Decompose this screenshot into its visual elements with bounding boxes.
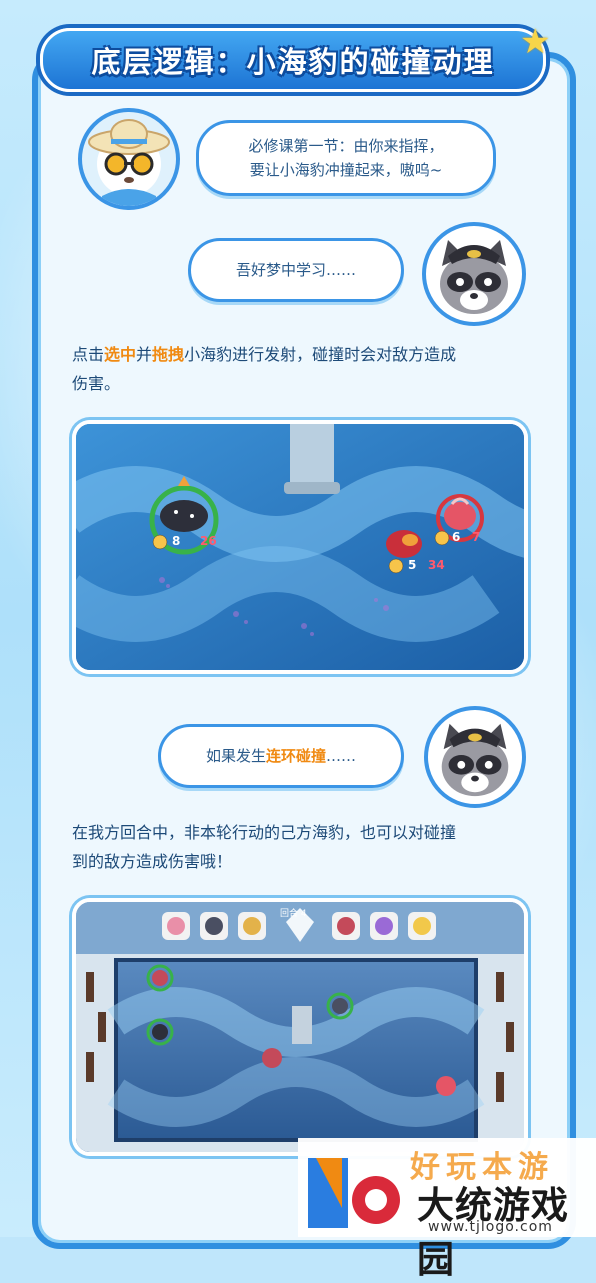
enemy-1-hp-value: 34 <box>428 558 445 572</box>
watermark-logo-icon <box>308 1158 400 1228</box>
speech-bubble-3: 如果发生 连环碰撞…… <box>158 724 404 788</box>
para1-text-1: 点击 <box>72 345 105 364</box>
bubble-1-line-2: 要让小海豹冲撞起来，嗷呜~ <box>249 161 443 179</box>
speech-bubble-1: 必修课第一节：由你来指挥， 要让小海豹冲撞起来，嗷呜~ <box>196 120 496 196</box>
page-title: 底层逻辑：小海豹的碰撞动理 <box>91 45 495 79</box>
player-attack-value: 8 <box>172 534 181 548</box>
title-banner: 底层逻辑：小海豹的碰撞动理 <box>40 28 546 92</box>
enemy-2-hp-value: 7 <box>472 530 481 544</box>
gameplay-screenshot-1: 8 26 5 34 6 7 <box>72 420 528 674</box>
starfish-icon: ★ <box>520 22 551 62</box>
instruction-paragraph-1: 点击选中并拖拽小海豹进行发射，碰撞时会对敌方造成 伤害。 <box>72 340 532 398</box>
avatar-raccoon <box>422 222 526 326</box>
para1-line-2: 伤害。 <box>72 374 121 393</box>
highlight-select: 选中 <box>104 345 137 364</box>
avatar-raccoon-2 <box>424 706 526 808</box>
bubble-3-pre: 如果发生 <box>205 747 266 765</box>
instruction-paragraph-2: 在我方回合中，非本轮行动的己方海豹，也可以对碰撞 到的敌方造成伤害哦！ <box>72 818 532 876</box>
bubble-3-post: …… <box>326 747 357 765</box>
enemy-2-attack-value: 6 <box>452 530 461 544</box>
highlight-drag: 拖拽 <box>152 345 185 364</box>
bubble-1-line-1: 必修课第一节：由你来指挥， <box>248 137 444 155</box>
para2-line-1: 在我方回合中，非本轮行动的己方海豹，也可以对碰撞 <box>72 823 457 842</box>
highlight-chain-collision: 连环碰撞 <box>266 747 327 765</box>
player-hp-value: 26 <box>200 534 217 548</box>
round-indicator: 回合 4 <box>280 909 307 919</box>
gameplay-screenshot-2: 回合 4 <box>72 898 528 1156</box>
avatar-hat-character <box>78 108 180 210</box>
watermark-url: www.tjlogo.com <box>428 1219 553 1235</box>
speech-bubble-2: 吾好梦中学习…… <box>188 238 404 302</box>
para1-text-2: 并 <box>136 345 153 364</box>
enemy-1-attack-value: 5 <box>408 558 417 572</box>
para1-text-3: 小海豹进行发射，碰撞时会对敌方造成 <box>184 345 457 364</box>
bubble-2-text: 吾好梦中学习…… <box>235 261 356 279</box>
para2-line-2: 到的敌方造成伤害哦！ <box>72 852 233 871</box>
